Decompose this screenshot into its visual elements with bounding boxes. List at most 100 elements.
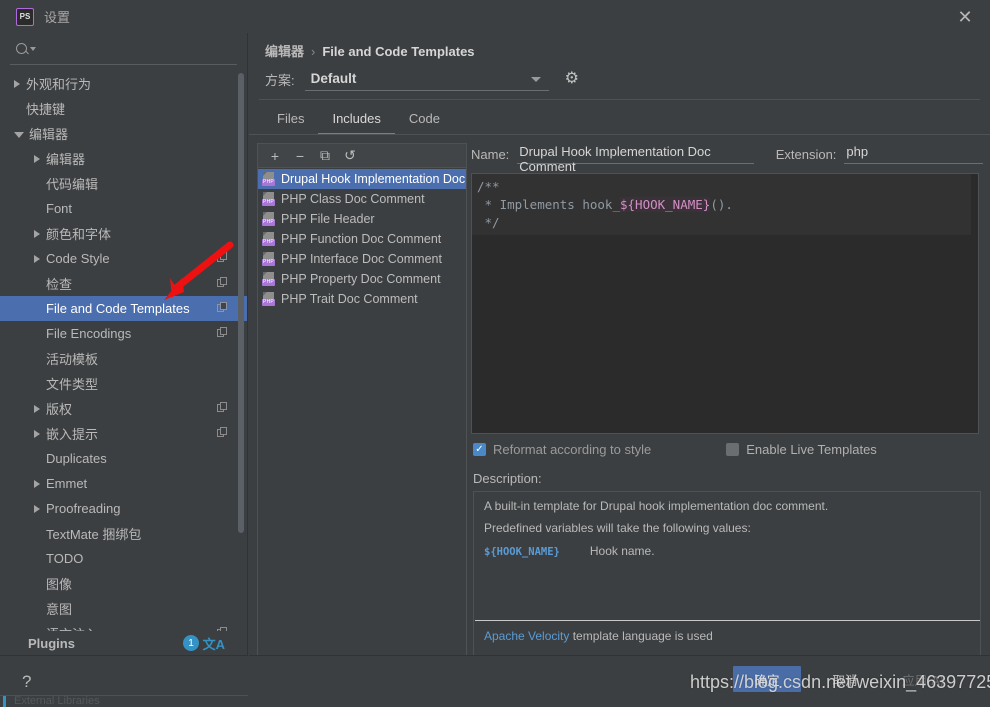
sidebar-item-label: 颜色和字体 [46,227,112,242]
template-list-item[interactable]: PHP PHP Function Doc Comment [258,229,466,249]
scheme-dropdown[interactable]: Default [304,67,549,91]
sidebar-item-label: TextMate 捆绑包 [46,527,142,542]
description-label: Description: [473,471,542,486]
apache-velocity-link[interactable]: Apache Velocity [484,629,569,643]
divider [259,99,980,100]
sidebar-item-17[interactable]: Proofreading [0,496,247,521]
php-file-icon: PHP [262,272,276,286]
sidebar-item-6[interactable]: 颜色和字体 [0,221,247,246]
tab-code[interactable]: Code [395,107,454,135]
sidebar-item-label: 嵌入提示 [46,427,99,442]
template-code-editor[interactable]: /** * Implements hook_${HOOK_NAME}(). */ [471,173,979,434]
revert-template-button[interactable]: ↺ [339,146,361,166]
sidebar-item-20[interactable]: 图像 [0,571,247,596]
template-list-panel: +−⧉↺ PHP Drupal Hook Implementation Doc C… [257,143,467,683]
search-input[interactable] [42,41,237,56]
sidebar-item-0[interactable]: 外观和行为 [0,71,247,96]
sidebar-item-19[interactable]: TODO [0,546,247,571]
sidebar-item-label: 编辑器 [29,127,69,142]
template-list-item-label: PHP Trait Doc Comment [281,292,418,306]
template-list: PHP Drupal Hook Implementation Doc Commen… [258,169,466,672]
sidebar-item-16[interactable]: Emmet [0,471,247,496]
sidebar-item-2[interactable]: 编辑器 [0,121,247,146]
php-file-icon: PHP [262,232,276,246]
sidebar-item-label: Plugins [28,635,75,651]
sidebar-item-label: 检查 [46,277,73,292]
template-list-item[interactable]: PHP Drupal Hook Implementation Doc Commen… [258,169,466,189]
copy-settings-icon[interactable] [217,327,229,339]
template-list-item[interactable]: PHP PHP Property Doc Comment [258,269,466,289]
code-line-text: /** [477,179,500,194]
sidebar-search[interactable] [10,33,237,65]
copy-settings-icon[interactable] [217,427,229,439]
reformat-checkbox[interactable]: ✓ Reformat according to style [473,442,651,457]
live-templates-checkbox[interactable]: Enable Live Templates [726,442,877,457]
template-list-item-label: PHP Class Doc Comment [281,192,425,206]
sidebar-item-label: 快捷键 [26,102,66,117]
variable-description: Hook name. [589,544,655,558]
sidebar-item-label: 活动模板 [46,352,99,367]
template-list-item[interactable]: PHP PHP File Header [258,209,466,229]
sidebar-item-plugins[interactable]: Plugins 1 文A [0,631,247,655]
code-variable: ${HOOK_NAME} [620,197,711,212]
sidebar-item-9[interactable]: File and Code Templates [0,296,247,321]
chevron-right-icon[interactable] [34,479,40,488]
reformat-checkbox-label: Reformat according to style [493,442,652,457]
sidebar-item-5[interactable]: Font [0,196,247,221]
sidebar-scrollbar[interactable] [238,73,244,533]
add-template-button[interactable]: + [264,146,286,166]
sidebar-item-14[interactable]: 嵌入提示 [0,421,247,446]
chevron-right-icon[interactable] [34,154,40,163]
sidebar-item-18[interactable]: TextMate 捆绑包 [0,521,247,546]
translate-icon[interactable]: 文A [203,634,225,653]
sidebar-item-label: Font [46,201,73,216]
chevron-right-icon[interactable] [34,229,40,238]
sidebar-item-4[interactable]: 代码编辑 [0,171,247,196]
sidebar-item-11[interactable]: 活动模板 [0,346,247,371]
template-list-item-label: PHP File Header [281,212,375,226]
chevron-right-icon[interactable] [34,254,40,263]
copy-settings-icon[interactable] [217,402,229,414]
description-divider [475,620,980,621]
sidebar-item-15[interactable]: Duplicates [0,446,247,471]
close-icon[interactable]: ✕ [954,6,976,28]
checkbox-row: ✓ Reformat according to style Enable Liv… [473,442,877,457]
copy-settings-icon[interactable] [217,302,229,314]
extension-input[interactable]: php [844,144,983,164]
window-title: 设置 [44,10,71,25]
remove-template-button[interactable]: − [289,146,311,166]
sidebar-item-22[interactable]: 语言注入 [0,621,247,631]
sidebar-item-21[interactable]: 意图 [0,596,247,621]
tab-files[interactable]: Files [263,107,318,135]
name-input[interactable]: Drupal Hook Implementation Doc Comment [517,144,754,174]
breadcrumb-parent[interactable]: 编辑器 [265,44,304,59]
chevron-right-icon[interactable] [34,404,40,413]
sidebar-item-1[interactable]: 快捷键 [0,96,247,121]
description-line-1: A built-in template for Drupal hook impl… [484,499,829,513]
gear-icon[interactable]: ⚙ [565,69,585,89]
sidebar-item-13[interactable]: 版权 [0,396,247,421]
sidebar-item-7[interactable]: Code Style [0,246,247,271]
template-list-item[interactable]: PHP PHP Trait Doc Comment [258,289,466,309]
scheme-row: 方案: Default ⚙ [265,67,585,91]
help-icon[interactable]: ? [22,672,31,692]
sidebar-item-12[interactable]: 文件类型 [0,371,247,396]
php-file-icon: PHP [262,212,276,226]
template-list-item[interactable]: PHP PHP Class Doc Comment [258,189,466,209]
sidebar-item-10[interactable]: File Encodings [0,321,247,346]
copy-settings-icon[interactable] [217,252,229,264]
copy-template-button[interactable]: ⧉ [314,146,336,166]
php-file-icon: PHP [262,292,276,306]
chevron-right-icon[interactable] [34,504,40,513]
chevron-right-icon[interactable] [14,79,20,88]
editor-scrollbar[interactable] [971,174,978,433]
sidebar-item-label: Code Style [46,251,110,266]
template-list-item[interactable]: PHP PHP Interface Doc Comment [258,249,466,269]
copy-settings-icon[interactable] [217,277,229,289]
sidebar-item-3[interactable]: 编辑器 [0,146,247,171]
code-line-text: */ [477,215,500,230]
chevron-right-icon[interactable] [34,429,40,438]
chevron-down-icon[interactable] [14,131,24,138]
sidebar-item-8[interactable]: 检查 [0,271,247,296]
tab-includes[interactable]: Includes [318,107,395,135]
